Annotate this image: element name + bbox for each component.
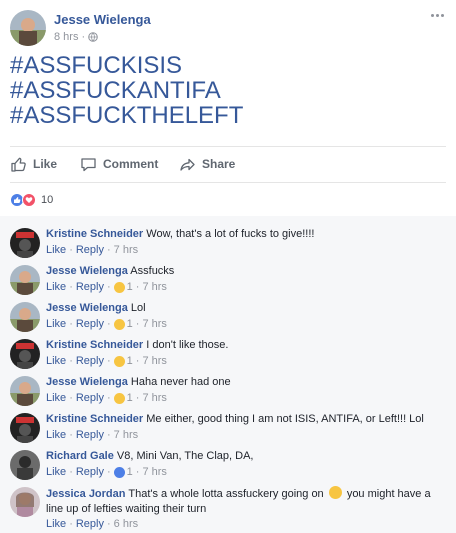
comment-reply-link[interactable]: Reply: [76, 318, 104, 330]
comment-label: Comment: [103, 157, 159, 171]
comment-reply-link[interactable]: Reply: [76, 518, 104, 530]
haha-icon: [113, 392, 125, 404]
comment-like-link[interactable]: Like: [46, 518, 66, 530]
divider: [10, 146, 446, 147]
comment-like-link[interactable]: Like: [46, 392, 66, 404]
comment-actions: Like · Reply · 1 · 7 hrs: [46, 355, 167, 367]
commenter-avatar[interactable]: [10, 487, 40, 517]
hashtag-link[interactable]: #ASSFUCKISIS: [10, 53, 243, 78]
comment-reply-link[interactable]: Reply: [76, 466, 104, 478]
thumbs-up-icon: [11, 157, 26, 172]
comment-like-link[interactable]: Like: [46, 429, 66, 441]
commenter-name[interactable]: Kristine Schneider: [46, 228, 143, 240]
love-icon: [22, 193, 36, 207]
haha-icon: [113, 318, 125, 330]
commenter-name[interactable]: Kristine Schneider: [46, 339, 143, 351]
commenter-avatar[interactable]: [10, 339, 40, 369]
reaction-summary[interactable]: 10: [10, 193, 53, 207]
post-meta: 8 hrs ·: [54, 31, 98, 43]
comment-time[interactable]: 7 hrs: [142, 281, 166, 293]
hashtag-link[interactable]: #ASSFUCKTHELEFT: [10, 103, 243, 128]
divider: [10, 182, 446, 183]
comment-reply-link[interactable]: Reply: [76, 244, 104, 256]
commenter-name[interactable]: Kristine Schneider: [46, 413, 143, 425]
comment-like-link[interactable]: Like: [46, 281, 66, 293]
reaction-count: 10: [41, 194, 54, 206]
comment-reaction-count[interactable]: 1: [127, 392, 133, 404]
comment-text: That's a whole lotta assfuckery going on: [128, 488, 324, 500]
comment-text: Haha never had one: [130, 376, 231, 388]
commenter-avatar[interactable]: [10, 302, 40, 332]
comment-actions: Like · Reply · 7 hrs: [46, 244, 139, 256]
author-avatar[interactable]: [10, 10, 46, 46]
commenter-name[interactable]: Jessica Jordan: [46, 488, 126, 500]
comment-reply-link[interactable]: Reply: [76, 392, 104, 404]
share-label: Share: [202, 157, 236, 171]
post-author-name[interactable]: Jesse Wielenga: [54, 12, 151, 27]
commenter-name[interactable]: Jesse Wielenga: [46, 265, 128, 277]
commenter-name[interactable]: Jesse Wielenga: [46, 302, 128, 314]
globe-icon: [88, 32, 98, 42]
comment-icon: [81, 157, 96, 171]
comment-like-link[interactable]: Like: [46, 318, 66, 330]
haha-icon: [113, 355, 125, 367]
comment-actions: Like · Reply · 1 · 7 hrs: [46, 318, 167, 330]
share-button[interactable]: Share: [179, 151, 235, 177]
comment-text: Wow, that's a lot of fucks to give!!!!: [146, 228, 315, 240]
comment-text: I don't like those.: [146, 339, 229, 351]
comment-actions: Like · Reply · 6 hrs: [46, 518, 139, 530]
comment-time[interactable]: 7 hrs: [142, 466, 166, 478]
post-action-bar: Like Comment Share: [10, 151, 235, 177]
comment-button[interactable]: Comment: [80, 151, 179, 177]
comment-time[interactable]: 7 hrs: [142, 355, 166, 367]
comment-reaction-count[interactable]: 1: [127, 281, 133, 293]
comment-reaction-count[interactable]: 1: [127, 466, 133, 478]
post-text: #ASSFUCKISIS #ASSFUCKANTIFA #ASSFUCKTHEL…: [10, 53, 243, 128]
facebook-post: Jesse Wielenga 8 hrs · #ASSFUCKISIS #ASS…: [0, 0, 456, 533]
comment-text: V8, Mini Van, The Clap, DA,: [116, 450, 254, 462]
comment-text: Me either, good thing I am not ISIS, ANT…: [146, 413, 424, 425]
comment-reply-link[interactable]: Reply: [76, 281, 104, 293]
comments-section: Kristine Schneider Wow, that's a lot of …: [0, 216, 456, 533]
comment-time[interactable]: 7 hrs: [114, 429, 138, 441]
comment-reaction-count[interactable]: 1: [127, 318, 133, 330]
share-icon: [180, 158, 195, 171]
post-time[interactable]: 8 hrs: [54, 31, 78, 43]
commenter-avatar[interactable]: [10, 228, 40, 258]
comment-time[interactable]: 7 hrs: [114, 244, 138, 256]
commenter-avatar[interactable]: [10, 413, 40, 443]
commenter-name[interactable]: Richard Gale: [46, 450, 114, 462]
like-button[interactable]: Like: [10, 151, 80, 177]
comment-text: Lol: [130, 302, 146, 314]
comment-time[interactable]: 7 hrs: [142, 318, 166, 330]
comment-actions: Like · Reply · 1 · 7 hrs: [46, 466, 167, 478]
comment-like-link[interactable]: Like: [46, 355, 66, 367]
comment-like-link[interactable]: Like: [46, 244, 66, 256]
comment-reaction-count[interactable]: 1: [127, 355, 133, 367]
like-label: Like: [33, 157, 58, 171]
comment-time[interactable]: 6 hrs: [114, 518, 138, 530]
comment-reply-link[interactable]: Reply: [76, 355, 104, 367]
comment-text: Assfucks: [130, 265, 175, 277]
commenter-avatar[interactable]: [10, 450, 40, 480]
commenter-avatar[interactable]: [10, 265, 40, 295]
comment-actions: Like · Reply · 1 · 7 hrs: [46, 392, 167, 404]
haha-icon: [113, 281, 125, 293]
commenter-name[interactable]: Jesse Wielenga: [46, 376, 128, 388]
hashtag-link[interactable]: #ASSFUCKANTIFA: [10, 78, 243, 103]
more-options-icon[interactable]: [428, 8, 446, 22]
comment-reply-link[interactable]: Reply: [76, 429, 104, 441]
comment-time[interactable]: 7 hrs: [142, 392, 166, 404]
laughing-emoji-icon: [328, 486, 342, 499]
comment-actions: Like · Reply · 7 hrs: [46, 429, 139, 441]
commenter-avatar[interactable]: [10, 376, 40, 406]
like-icon: [113, 466, 125, 478]
meta-separator: ·: [81, 31, 86, 43]
comment-like-link[interactable]: Like: [46, 466, 66, 478]
comment-actions: Like · Reply · 1 · 7 hrs: [46, 281, 167, 293]
